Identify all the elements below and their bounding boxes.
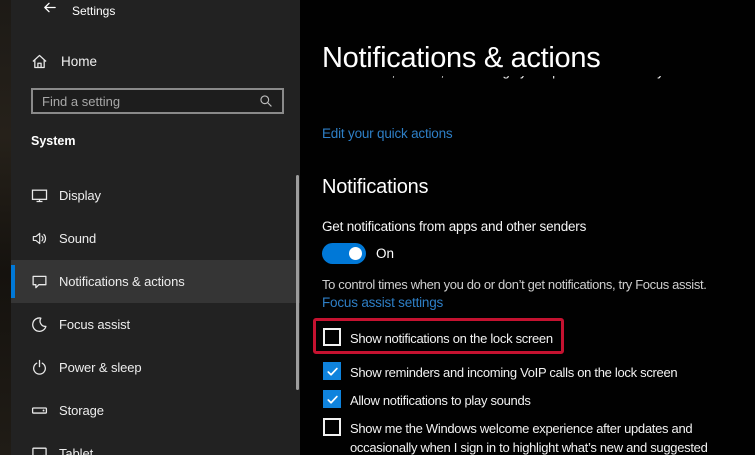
checkbox-checked[interactable]: [323, 362, 341, 380]
notifications-section-heading: Notifications: [322, 176, 428, 199]
focus-assist-icon: [31, 316, 48, 333]
storage-icon: [31, 402, 48, 419]
sidebar-item-power-sleep[interactable]: Power & sleep: [11, 346, 300, 389]
checkbox-label[interactable]: Show reminders and incoming VoIP calls o…: [350, 362, 677, 382]
sidebar-item-label: Notifications & actions: [59, 274, 185, 289]
checkbox-row-lock-screen-notifications: Show notifications on the lock screen: [323, 328, 553, 348]
toggle-knob: [349, 247, 362, 260]
checkbox-label[interactable]: Show notifications on the lock screen: [350, 328, 553, 348]
checkbox-label[interactable]: Show me the Windows welcome experience a…: [350, 418, 742, 455]
sound-icon: [31, 230, 48, 247]
sidebar-item-label: Focus assist: [59, 317, 130, 332]
focus-assist-hint: To control times when you do or don’t ge…: [322, 277, 707, 292]
main-panel: Notifications & actions You can add, rem…: [300, 0, 755, 455]
search-box: [31, 88, 284, 114]
checkbox-row-reminders-voip: Show reminders and incoming VoIP calls o…: [323, 362, 677, 382]
sidebar-item-label: Home: [61, 54, 97, 69]
tablet-icon: [31, 445, 48, 455]
sidebar-nav: Display Sound Notifications & actions Fo…: [11, 174, 300, 455]
sidebar-item-home[interactable]: Home: [20, 47, 290, 75]
notifications-icon: [31, 273, 48, 290]
checkmark-icon: [326, 365, 339, 378]
search-icon[interactable]: [259, 94, 273, 108]
sidebar-item-notifications[interactable]: Notifications & actions: [11, 260, 300, 303]
back-arrow-icon: [42, 2, 57, 19]
checkmark-icon: [326, 393, 339, 406]
quick-actions-intro-text: You can add, remove, or rearrange your q…: [322, 76, 755, 82]
sidebar-item-label: Display: [59, 188, 101, 203]
notifications-toggle[interactable]: [322, 243, 366, 264]
edit-quick-actions-link[interactable]: Edit your quick actions: [322, 126, 452, 141]
sidebar: Settings Home System Display: [11, 0, 300, 455]
settings-window: Settings Home System Display: [0, 0, 755, 455]
toggle-state-label: On: [376, 246, 394, 261]
display-icon: [31, 187, 48, 204]
checkbox-label[interactable]: Allow notifications to play sounds: [350, 390, 531, 410]
sidebar-item-label: Tablet: [59, 446, 93, 455]
sidebar-item-sound[interactable]: Sound: [11, 217, 300, 260]
checkbox-row-play-sounds: Allow notifications to play sounds: [323, 390, 531, 410]
get-notifications-label: Get notifications from apps and other se…: [322, 219, 586, 234]
sidebar-item-label: Power & sleep: [59, 360, 142, 375]
desktop-wallpaper-edge: [0, 0, 11, 455]
sidebar-scrollbar[interactable]: [296, 175, 299, 390]
checkbox-unchecked[interactable]: [323, 418, 341, 436]
sidebar-section-system: System: [31, 134, 75, 148]
checkbox-unchecked[interactable]: [323, 328, 341, 346]
focus-assist-settings-link[interactable]: Focus assist settings: [322, 295, 443, 310]
home-icon: [31, 53, 48, 70]
back-button[interactable]: [35, 0, 63, 22]
sidebar-item-display[interactable]: Display: [11, 174, 300, 217]
window-title: Settings: [72, 4, 115, 18]
checkbox-checked[interactable]: [323, 390, 341, 408]
sidebar-item-tablet[interactable]: Tablet: [11, 432, 300, 455]
sidebar-item-label: Sound: [59, 231, 96, 246]
sidebar-item-label: Storage: [59, 403, 104, 418]
power-icon: [31, 359, 48, 376]
sidebar-item-focus-assist[interactable]: Focus assist: [11, 303, 300, 346]
search-input[interactable]: [33, 94, 259, 109]
sidebar-item-storage[interactable]: Storage: [11, 389, 300, 432]
page-title: Notifications & actions: [322, 42, 600, 75]
checkbox-row-welcome-experience: Show me the Windows welcome experience a…: [323, 418, 742, 455]
quick-actions-intro: You can add, remove, or rearrange your q…: [322, 76, 755, 102]
